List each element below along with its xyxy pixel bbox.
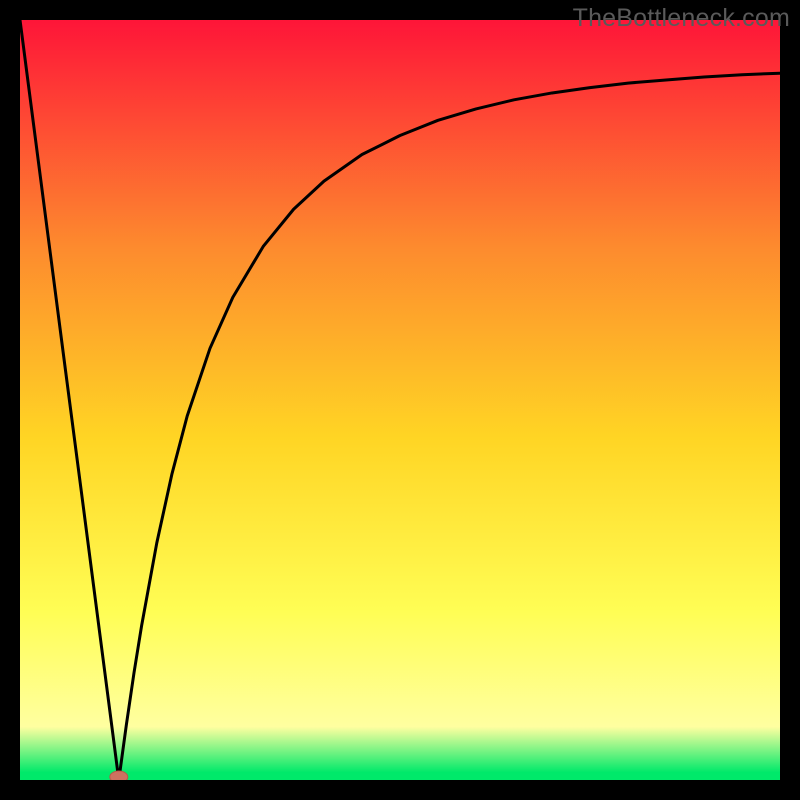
plot-area [20, 20, 780, 780]
watermark-text: TheBottleneck.com [573, 4, 790, 33]
chart-svg [20, 20, 780, 780]
minimum-marker [110, 771, 128, 780]
chart-frame: TheBottleneck.com [0, 0, 800, 800]
